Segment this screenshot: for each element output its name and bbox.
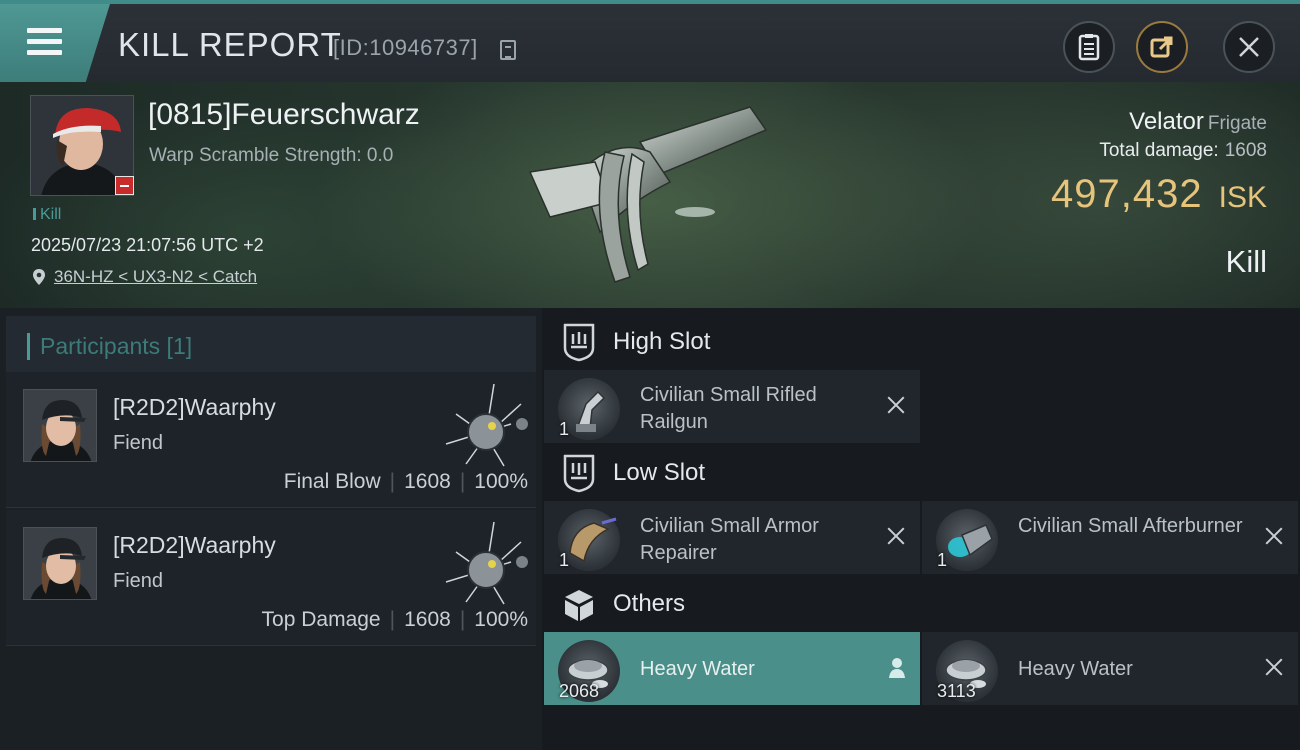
module-name: Heavy Water (640, 658, 755, 680)
document-icon (1078, 34, 1100, 61)
hamburger-icon (27, 28, 62, 61)
participant-damage: 1608 (404, 608, 451, 631)
destroyed-icon (886, 395, 906, 415)
destroyed-icon (1264, 657, 1284, 677)
security-status-badge (115, 176, 134, 195)
module-item[interactable]: 2068 Heavy Water (544, 632, 920, 705)
participant-ship: Fiend (113, 432, 164, 454)
total-damage: Total damage: 1608 (1099, 140, 1267, 162)
close-icon (1239, 37, 1259, 57)
isk-unit: ISK (1218, 181, 1267, 214)
kill-banner: [0815]Feuerschwarz Warp Scramble Strengt… (0, 82, 1300, 308)
avatar (24, 390, 96, 461)
stat-divider: | (459, 470, 466, 493)
participant-ship: Fiend (113, 570, 164, 592)
stat-divider: | (389, 470, 396, 493)
participant-role: Final Blow (283, 470, 381, 493)
participant-role: Top Damage (261, 608, 381, 631)
participant-percent: 100% (474, 470, 528, 493)
low-slot-header: Low Slot (542, 443, 1300, 503)
participants-title: Participants [1] (40, 333, 193, 359)
kill-timestamp: 2025/07/23 21:07:56 UTC +2 (31, 235, 264, 255)
participant-avatar[interactable] (23, 389, 97, 462)
participant-damage: 1608 (404, 470, 451, 493)
participants-header: Participants [1] (6, 316, 536, 376)
share-button[interactable] (1136, 21, 1188, 73)
module-item[interactable]: 3113 Heavy Water (922, 632, 1298, 705)
share-icon (1150, 36, 1173, 58)
participant-stats: Top Damage | 1608 | 100% (262, 608, 528, 632)
victim-name[interactable]: [0815]Feuerschwarz (148, 98, 420, 132)
victim-ship: Velator Frigate (1129, 108, 1267, 136)
others-title: Others (613, 590, 686, 617)
participant-name[interactable]: [R2D2]Waarphy (113, 394, 276, 421)
module-name: Civilian Small Afterburner (1018, 515, 1243, 537)
module-quantity: 1 (559, 550, 570, 570)
cargo-box-icon (565, 590, 593, 621)
module-quantity: 2068 (559, 681, 600, 701)
participant-ship-image (445, 521, 528, 605)
ship-class: Frigate (1207, 113, 1267, 134)
report-id: [ID:10946737] (333, 35, 478, 60)
high-slot-header: High Slot (542, 312, 1300, 372)
participant-row[interactable]: [R2D2]Waarphy Fiend Top Damage | 1608 | 100% (6, 510, 536, 646)
kill-type-tag: Kill (33, 206, 61, 224)
high-slot-icon (563, 323, 595, 362)
ship-name[interactable]: Velator (1129, 108, 1204, 135)
module-item[interactable]: 1 Civilian Small Armor Repairer (544, 501, 920, 574)
module-item[interactable]: 1 Civilian Small Rifled Railgun (544, 370, 920, 443)
low-slot-title: Low Slot (613, 459, 706, 486)
participant-percent: 100% (474, 608, 528, 631)
fitting-panel: High Slot 1 Civilian Small Rifled Railgu… (542, 308, 1300, 750)
module-quantity: 1 (937, 550, 948, 570)
page-title: KILL REPORT (118, 26, 342, 63)
notes-button[interactable] (1063, 21, 1115, 73)
dropped-person-icon (889, 658, 905, 678)
stat-divider: | (389, 608, 396, 631)
participant-row[interactable]: [R2D2]Waarphy Fiend Final Blow | 1608 | 100% (6, 372, 536, 508)
location-pin-icon (33, 269, 45, 285)
close-button[interactable] (1223, 21, 1275, 73)
total-damage-label: Total damage: (1099, 140, 1219, 161)
module-name: Civilian Small Armor Repairer (640, 515, 819, 564)
stat-divider: | (459, 608, 466, 631)
top-bar: KILL REPORT [ID:10946737] (0, 0, 1300, 82)
warp-scramble-strength: Warp Scramble Strength: 0.0 (149, 145, 394, 166)
isk-value: 497,432 (1051, 172, 1203, 216)
module-item[interactable]: 1 Civilian Small Afterburner (922, 501, 1298, 574)
menu-button[interactable] (0, 4, 110, 82)
low-slot-icon (563, 454, 595, 493)
victim-ship-image (528, 106, 768, 283)
report-result: Kill (1225, 244, 1267, 279)
destroyed-icon (1264, 526, 1284, 546)
avatar (24, 528, 96, 599)
module-quantity: 3113 (937, 681, 976, 701)
location-link[interactable]: 36N-HZ < UX3-N2 < Catch (54, 267, 257, 287)
isk-value-line: 497,432 ISK (1051, 172, 1267, 217)
module-quantity: 1 (559, 419, 570, 439)
kill-location: 36N-HZ < UX3-N2 < Catch (32, 267, 257, 287)
participant-stats: Final Blow | 1608 | 100% (284, 470, 528, 494)
module-name: Civilian Small Rifled Railgun (640, 384, 817, 433)
copy-icon[interactable] (500, 40, 516, 60)
participant-ship-image (445, 383, 528, 467)
participant-name[interactable]: [R2D2]Waarphy (113, 532, 276, 559)
total-damage-value: 1608 (1224, 140, 1267, 161)
participants-panel: Participants [1] [R2D2]Waarphy Fiend Fin… (0, 308, 542, 750)
destroyed-icon (886, 526, 906, 546)
module-name: Heavy Water (1018, 658, 1133, 680)
high-slot-title: High Slot (613, 328, 711, 355)
others-header: Others (542, 574, 1300, 634)
participant-avatar[interactable] (23, 527, 97, 600)
